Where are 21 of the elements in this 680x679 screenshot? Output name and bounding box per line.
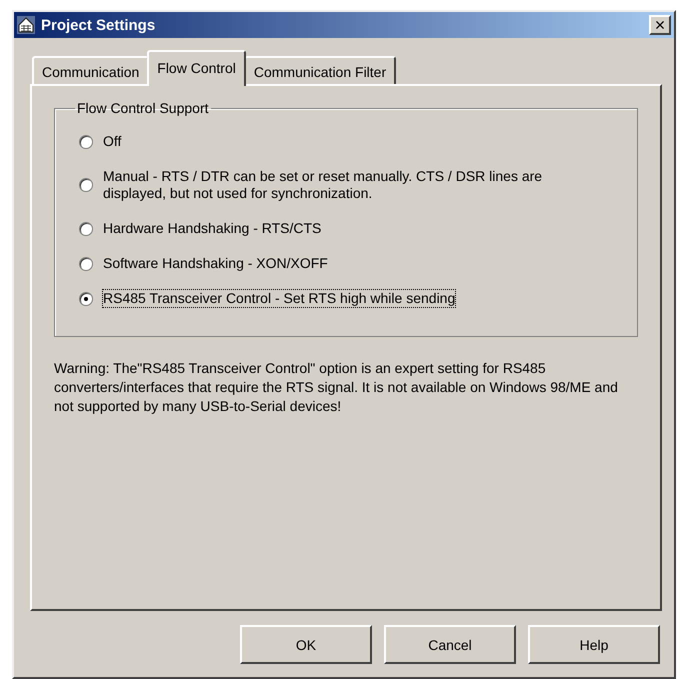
radio-label[interactable]: Off: [102, 132, 122, 151]
radio-button[interactable]: [79, 134, 93, 148]
house-icon: [17, 16, 35, 34]
radio-button[interactable]: [79, 178, 93, 192]
radio-label[interactable]: Software Handshaking - XON/XOFF: [102, 254, 329, 273]
dialog-button[interactable]: Help: [528, 625, 660, 664]
tab[interactable]: Communication: [32, 56, 150, 86]
warning-text: Warning: The"RS485 Transceiver Control" option is an expert setting for RS485 converters/interfaces that require the RTS signal. It is not available on Windows 98/ME and not supported by many USB-to-Serial devices!: [54, 359, 619, 416]
tab[interactable]: Flow Control: [147, 50, 246, 86]
radio-label[interactable]: Manual - RTS / DTR can be set or reset manually. CTS / DSR lines are displayed, but not used for synchronization.: [102, 167, 574, 203]
dialog-button[interactable]: Cancel: [384, 625, 516, 664]
group-title: Flow Control Support: [76, 100, 210, 116]
close-button[interactable]: ×: [649, 15, 671, 35]
radio-button[interactable]: [79, 256, 93, 270]
radio-button[interactable]: [79, 292, 93, 306]
radio-button[interactable]: [79, 222, 93, 236]
radio-label[interactable]: Hardware Handshaking - RTS/CTS: [102, 219, 322, 238]
window-title: Project Settings: [41, 16, 156, 34]
dialog-button[interactable]: OK: [240, 625, 372, 664]
tab[interactable]: Communication Filter: [244, 56, 396, 86]
radio-label[interactable]: RS485 Transceiver Control - Set RTS high while sending: [102, 289, 456, 308]
